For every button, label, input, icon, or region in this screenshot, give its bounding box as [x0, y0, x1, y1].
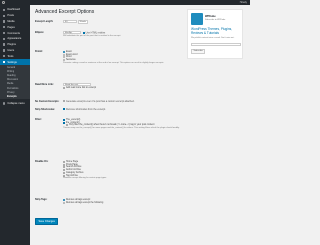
admin-bar: Howdy [0, 0, 250, 5]
collapse-icon [3, 102, 6, 105]
page-icon: page-icon [3, 26, 6, 29]
wpkube-email-input[interactable] [191, 43, 241, 47]
sidebar-item-label: Media [7, 19, 15, 23]
strip-tags-except-radio[interactable] [63, 201, 65, 204]
wpkube-headline[interactable]: WordPress Themes, Plugins, Reviews & Tut… [191, 27, 241, 35]
strip-shortcodes-row: Strip Shortcodes: Remove shortcodes from… [35, 108, 106, 111]
strip-shortcodes-label: Strip Shortcodes: [35, 108, 56, 111]
filter-description: Themes may use the_excerpt() for some pa… [63, 126, 180, 129]
sidebar-item-label: Dashboard [7, 8, 21, 12]
disable-author-checkbox[interactable] [63, 169, 65, 172]
finish-row: Finish: Exact Exact word Word Sentence P… [35, 50, 193, 64]
no-custom-checkbox[interactable] [63, 100, 65, 103]
filter-row: Filter: The_excerpt() the_content() Only… [35, 118, 193, 129]
strip-tags-all-radio[interactable] [63, 198, 65, 201]
disable-on-description: Disables excerpt filtering for certain p… [63, 177, 107, 180]
media-icon: media-icon [3, 20, 6, 23]
read-more-input[interactable]: Read the rest [63, 83, 91, 87]
pin-icon: pin-icon [3, 14, 6, 17]
wpkube-widget: WPKube Subscribe to WPKube WordPress The… [187, 9, 243, 59]
sidebar-item-label: Appearance [7, 37, 22, 41]
ellipsis-label: Ellipsis: [35, 31, 45, 34]
ellipsis-input[interactable]: &hellip; [63, 31, 81, 35]
filter-the-excerpt-checkbox[interactable] [63, 118, 65, 121]
disable-category-label: Category Archive [66, 171, 84, 174]
finish-exact-label: Exact [66, 50, 72, 53]
users-icon: users-icon [3, 49, 6, 52]
disable-home-checkbox[interactable] [63, 160, 65, 163]
disable-on-row: Disable On: Home Page Posts Page Search … [35, 160, 107, 179]
strip-tags-label: Strip Tags: [35, 198, 48, 201]
comment-icon: comment-icon [3, 31, 6, 35]
disable-category-checkbox[interactable] [63, 171, 65, 174]
settings-submenu: General Writing Reading Discussion Media Perm… [0, 64, 30, 100]
finish-exact-radio[interactable] [63, 50, 65, 53]
howdy-text[interactable]: Howdy [240, 1, 247, 4]
sidebar-item-label: Pages [7, 25, 15, 29]
filter-the-excerpt-label: The_excerpt() [66, 118, 81, 121]
page-title: Advanced Excerpt Options [35, 9, 95, 15]
sidebar-item-label: Plugins [7, 43, 16, 47]
finish-label: Finish: [35, 50, 43, 53]
finish-word-radio[interactable] [63, 56, 65, 59]
plug-icon: plug-icon [3, 43, 6, 46]
html-entities-checkbox[interactable] [82, 31, 85, 34]
strip-tags-all-label: Remove all tags except: [66, 198, 91, 201]
html-entities-label: Use HTML entities [85, 31, 106, 35]
add-read-more-checkbox[interactable] [63, 87, 65, 90]
add-read-more-label: Add read more link to excerpt [66, 87, 97, 90]
sidebar-item-label: Comments [7, 31, 20, 35]
filter-label: Filter: [35, 118, 42, 121]
ellipsis-description: Will substitute the part of the post tha… [63, 34, 121, 37]
no-custom-text: Generate excerpts even if a post has a c… [66, 100, 135, 103]
finish-sentence-label: Sentence [66, 59, 76, 62]
collapse-menu-button[interactable]: Collapse menu [0, 100, 30, 106]
strip-shortcodes-text: Remove shortcodes from the excerpt. [66, 108, 106, 111]
excerpt-length-input[interactable]: 40 [63, 20, 77, 24]
wordpress-logo-icon[interactable] [2, 1, 5, 4]
no-custom-row: No Custom Excerpts: Generate excerpts ev… [35, 100, 134, 103]
dashboard-icon: dashboard-icon [3, 8, 6, 12]
wpkube-subscribe-button[interactable]: Subscribe [191, 48, 206, 54]
disable-author-label: Author Archive [66, 169, 81, 172]
sidebar-item-label: Tools [7, 54, 14, 58]
no-custom-label: No Custom Excerpts: [35, 100, 60, 103]
filter-the-content-checkbox[interactable] [63, 121, 65, 124]
excerpt-length-unit-select[interactable]: Words [77, 20, 88, 24]
wpkube-logo-icon [191, 13, 203, 25]
excerpt-length-row: Excerpt Length: 40 Words [35, 20, 88, 24]
finish-description: Prevents cutting a word or sentence at t… [63, 61, 164, 64]
collapse-label: Collapse menu [7, 101, 25, 105]
strip-tags-row: Strip Tags: Remove all tags except: Remo… [35, 198, 103, 204]
read-more-row: Read More Link: Read the rest Add read m… [35, 83, 97, 90]
save-changes-button[interactable]: Save Changes [35, 218, 59, 225]
read-more-label: Read More Link: [35, 83, 54, 86]
disable-posts-checkbox[interactable] [63, 163, 65, 166]
submenu-item-excerpts[interactable]: Excerpts [0, 95, 30, 99]
sidebar-item-label: Posts [7, 14, 14, 18]
strip-tags-except-label: Remove all tags except the following [66, 201, 104, 204]
disable-home-label: Home Page [66, 160, 79, 163]
sidebar-item-label: Users [7, 48, 15, 52]
finish-exact-word-radio[interactable] [63, 53, 65, 56]
settings-icon: settings-icon [3, 60, 6, 64]
wpkube-description: We publish content twice a week. Don't m… [191, 37, 235, 39]
ellipsis-row: Ellipsis: &hellip; Use HTML entities Wil… [35, 31, 121, 37]
wpkube-subtitle: Subscribe to WPKube [205, 18, 226, 21]
sidebar-item-label: Settings [7, 60, 17, 64]
excerpt-length-label: Excerpt Length: [35, 20, 54, 23]
strip-shortcodes-checkbox[interactable] [63, 108, 65, 111]
brush-icon: brush-icon [3, 37, 6, 41]
sidebar-menu: dashboard-iconDashboardpin-iconPostsmedi… [0, 5, 30, 106]
admin-sidebar: dashboard-iconDashboardpin-iconPostsmedi… [0, 5, 30, 245]
wrench-icon: wrench-icon [3, 55, 6, 58]
disable-search-checkbox[interactable] [63, 166, 65, 169]
disable-on-label: Disable On: [35, 160, 49, 163]
